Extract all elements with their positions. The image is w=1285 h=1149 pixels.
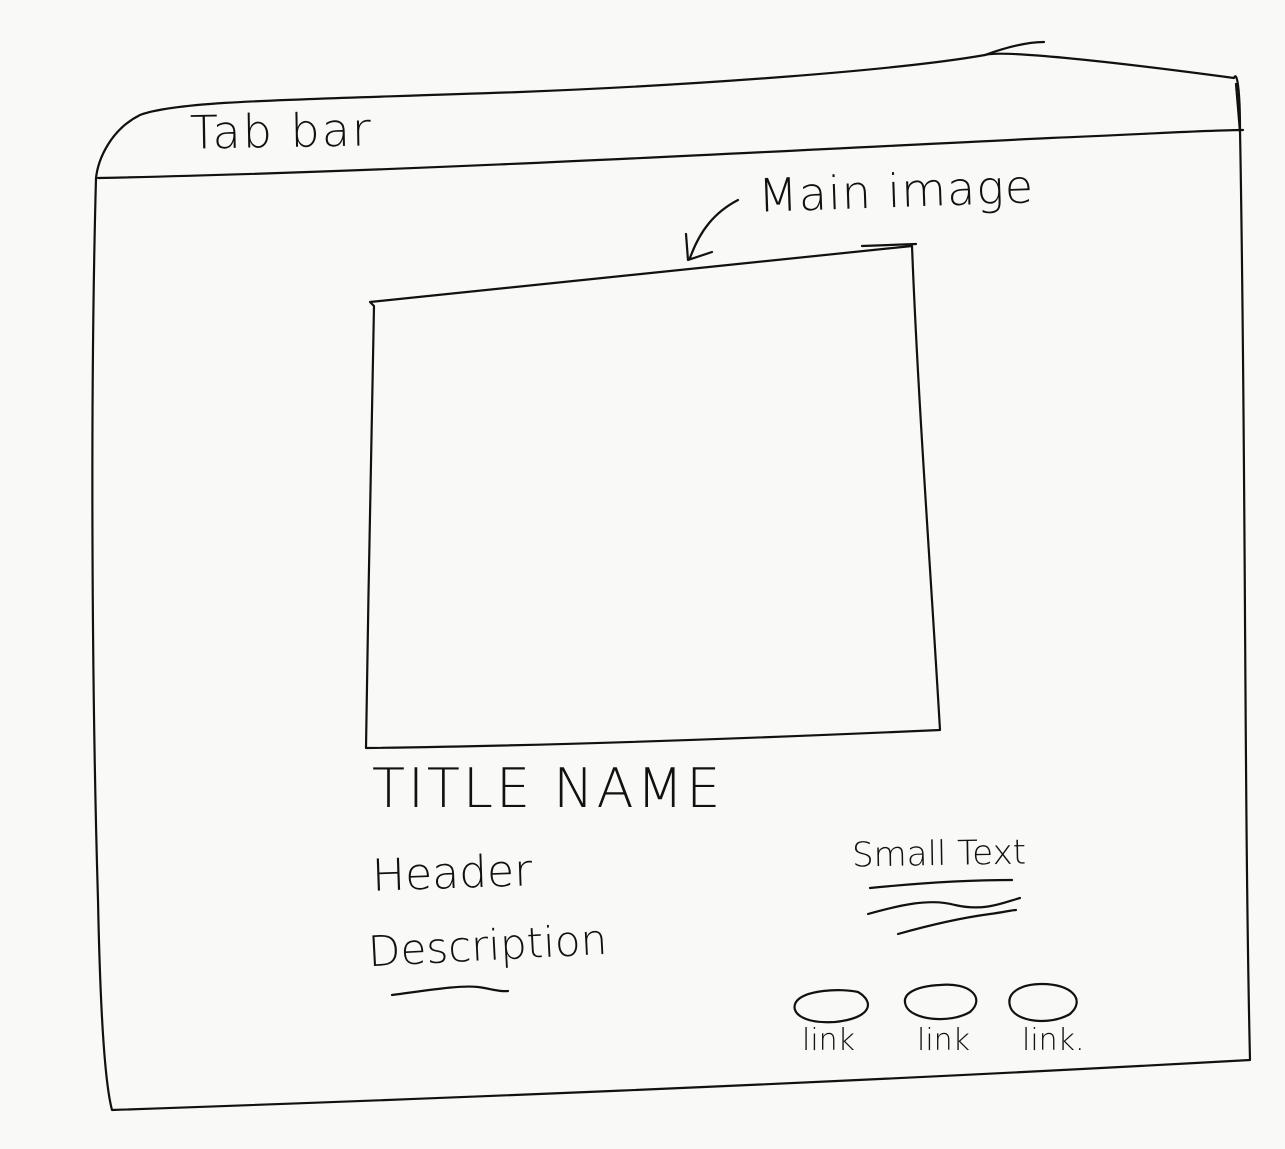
page-title: TITLE NAME [372, 757, 724, 820]
link-3[interactable]: link. [1022, 1026, 1085, 1056]
window-frame [91, 52, 1252, 1112]
small-text-line-1 [866, 896, 1022, 916]
link-circle-3 [1008, 982, 1078, 1022]
link-2[interactable]: link [917, 1026, 970, 1056]
small-text-label: Small Text [851, 832, 1027, 876]
main-image-annotation: Main image [757, 159, 1035, 223]
description-text: Description [366, 914, 609, 977]
link-1[interactable]: link [802, 1026, 855, 1056]
small-text-underline [868, 878, 1014, 890]
link-circle-2 [903, 983, 978, 1021]
main-image-box [364, 244, 942, 750]
sketch-drawing [91, 40, 1252, 1112]
description-underline [390, 985, 510, 997]
tab-bar-label: Tab bar [189, 102, 374, 160]
header-text: Header [371, 845, 534, 902]
arrow-icon [688, 198, 740, 260]
small-text-line-2 [896, 908, 1018, 936]
link-circle-1 [793, 989, 869, 1024]
